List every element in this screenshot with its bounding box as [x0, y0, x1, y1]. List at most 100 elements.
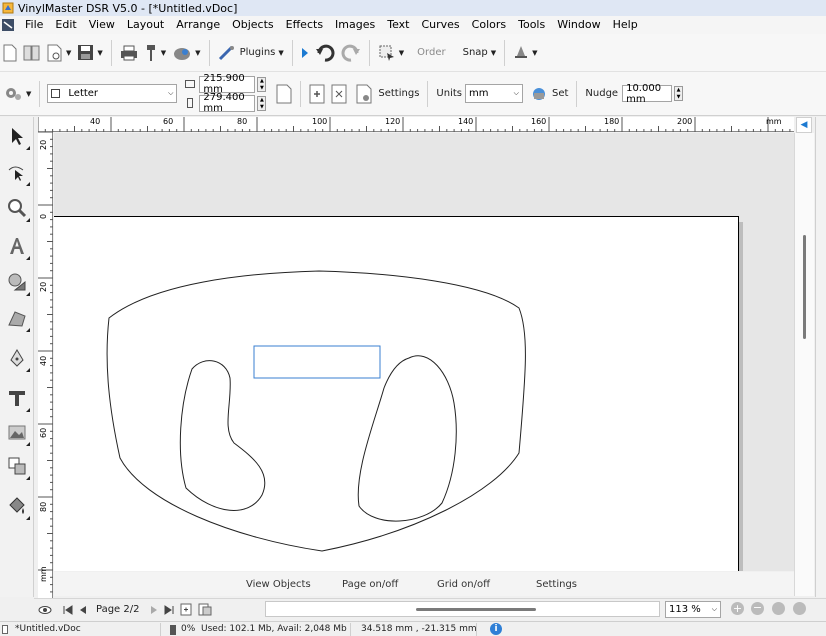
- previous-page-icon[interactable]: [79, 597, 87, 623]
- redo-icon[interactable]: [341, 40, 361, 66]
- delete-page-icon[interactable]: [198, 597, 212, 623]
- cutter-icon[interactable]: ▼: [172, 40, 201, 66]
- grid-toggle-link[interactable]: Grid on/off: [437, 579, 490, 590]
- ruler-label: 80: [237, 117, 248, 126]
- cut-plot-icon[interactable]: ▼: [144, 40, 166, 66]
- menu-text[interactable]: Text: [381, 16, 415, 34]
- design-artwork[interactable]: [54, 133, 794, 571]
- vertical-ruler[interactable]: 20 0 20 40 60 80 mm: [38, 132, 53, 598]
- zoom-in-icon[interactable]: +: [731, 602, 744, 615]
- vertical-scroll-thumb[interactable]: [803, 235, 806, 339]
- selection-rectangle[interactable]: [253, 345, 381, 379]
- shape-tool-icon[interactable]: [2, 265, 32, 299]
- menu-file[interactable]: File: [19, 16, 49, 34]
- add-page-small-icon[interactable]: [180, 597, 192, 623]
- menu-images[interactable]: Images: [329, 16, 381, 34]
- menu-bar: File Edit View Layout Arrange Objects Ef…: [0, 16, 826, 34]
- page-size-select[interactable]: Letter ⌵: [47, 84, 178, 103]
- menu-objects[interactable]: Objects: [226, 16, 280, 34]
- info-icon[interactable]: i: [490, 623, 502, 635]
- panel-collapse-button[interactable]: ◀: [796, 117, 812, 133]
- page-toggle-link[interactable]: Page on/off: [342, 579, 398, 590]
- plugins-button[interactable]: Plugins ▼: [218, 40, 284, 66]
- zoom-tool-icon[interactable]: [2, 191, 32, 225]
- zoom-select[interactable]: 113 % ⌵: [665, 601, 721, 618]
- menu-layout[interactable]: Layout: [121, 16, 170, 34]
- ruler-label: 200: [677, 117, 693, 126]
- status-divider: [160, 623, 161, 636]
- node-edit-tool-icon[interactable]: [2, 155, 32, 189]
- view-objects-link[interactable]: View Objects: [246, 579, 311, 590]
- select-all-icon[interactable]: ▼: [378, 40, 404, 66]
- ruler-label: 100: [312, 117, 328, 126]
- menu-window[interactable]: Window: [551, 16, 606, 34]
- bell-icon[interactable]: ▼: [513, 40, 538, 66]
- system-menu-icon[interactable]: [1, 18, 15, 32]
- horizontal-scrollbar[interactable]: [265, 601, 660, 617]
- new-document-icon[interactable]: [3, 40, 17, 66]
- open-document-icon[interactable]: [23, 40, 41, 66]
- eye-icon[interactable]: [38, 597, 52, 623]
- page-height-field[interactable]: 279.400 mm: [199, 92, 256, 114]
- ruler-label: 140: [458, 117, 474, 126]
- outer-contour[interactable]: [106, 270, 526, 552]
- right-cutout[interactable]: [357, 355, 457, 522]
- settings-link[interactable]: Settings: [536, 579, 577, 590]
- tool-options-icon[interactable]: ▼: [3, 81, 31, 107]
- left-cutout[interactable]: [179, 360, 266, 511]
- text-tool-icon[interactable]: [2, 229, 32, 263]
- image-tool-icon[interactable]: [2, 415, 32, 449]
- menu-colors[interactable]: Colors: [466, 16, 512, 34]
- menu-effects[interactable]: Effects: [280, 16, 329, 34]
- fill-tool-icon[interactable]: [2, 489, 32, 523]
- property-bar: ▼ Letter ⌵ 215.900 mm ▲ ▼ 279.400 mm ▲ ▼ S…: [0, 72, 826, 116]
- title-bar: VinylMaster DSR V5.0 - [*Untitled.vDoc]: [0, 0, 826, 16]
- horizontal-ruler[interactable]: 40 60 80 100 120 140 160 180 200 mm: [38, 117, 794, 132]
- zoom-fit-icon[interactable]: [772, 602, 785, 615]
- weld-tool-icon[interactable]: [2, 449, 32, 483]
- page-width-field[interactable]: 215.900 mm: [199, 73, 256, 95]
- polygon-tool-icon[interactable]: [2, 301, 32, 335]
- portrait-icon[interactable]: [276, 81, 292, 107]
- save-icon[interactable]: ▼: [77, 40, 103, 66]
- nudge-field[interactable]: 10.000 mm: [622, 83, 673, 105]
- width-spinner[interactable]: ▲ ▼: [257, 76, 267, 92]
- order-button[interactable]: Order: [417, 40, 445, 66]
- horizontal-scroll-thumb[interactable]: [416, 608, 536, 611]
- template-button[interactable]: ▼: [47, 40, 71, 66]
- next-page-icon[interactable]: [150, 597, 158, 623]
- menu-curves[interactable]: Curves: [415, 16, 465, 34]
- pen-tool-icon[interactable]: [2, 341, 32, 375]
- menu-arrange[interactable]: Arrange: [170, 16, 226, 34]
- first-page-icon[interactable]: [63, 597, 73, 623]
- document-icon: [2, 625, 8, 634]
- add-page-icon[interactable]: [309, 81, 325, 107]
- menu-edit[interactable]: Edit: [49, 16, 82, 34]
- last-page-icon[interactable]: [164, 597, 174, 623]
- menu-view[interactable]: View: [83, 16, 121, 34]
- set-units-button[interactable]: Set: [531, 81, 568, 107]
- menu-help[interactable]: Help: [607, 16, 644, 34]
- units-select[interactable]: mm ⌵: [464, 84, 523, 103]
- height-spinner[interactable]: ▲ ▼: [257, 95, 267, 111]
- menu-tools[interactable]: Tools: [512, 16, 551, 34]
- toolbar-divider: [110, 39, 112, 66]
- tool-palette: [0, 117, 34, 597]
- page-arrange-icon[interactable]: [331, 81, 347, 107]
- zoom-page-icon[interactable]: [793, 602, 806, 615]
- vertical-scrollbar[interactable]: [794, 133, 814, 596]
- select-tool-icon[interactable]: [2, 119, 32, 153]
- page-settings-button[interactable]: Settings: [356, 81, 419, 107]
- nudge-spinner[interactable]: ▲ ▼: [674, 86, 684, 101]
- design-canvas[interactable]: [54, 133, 794, 571]
- ruler-label: 20: [39, 139, 48, 150]
- play-icon[interactable]: [301, 40, 309, 66]
- zoom-out-icon[interactable]: −: [751, 602, 764, 615]
- snap-button[interactable]: Snap ▼: [463, 40, 497, 66]
- toolbar-divider: [427, 80, 429, 107]
- ruler-label: 120: [385, 117, 401, 126]
- print-icon[interactable]: [120, 40, 138, 66]
- docked-panel-strip[interactable]: [815, 117, 826, 597]
- undo-icon[interactable]: [315, 40, 335, 66]
- vinyl-text-tool-icon[interactable]: [2, 381, 32, 415]
